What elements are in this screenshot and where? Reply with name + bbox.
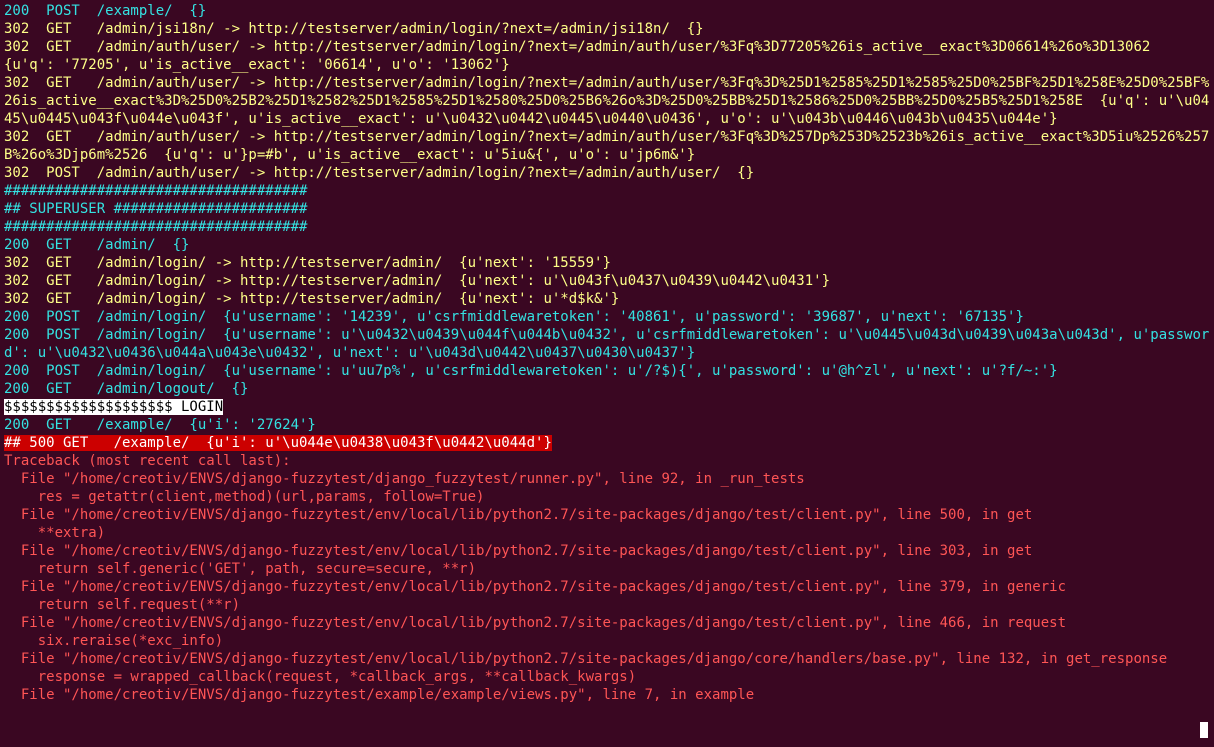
terminal-line: return self.request(**r) (4, 597, 240, 613)
terminal-line: 200 POST /admin/login/ {u'username': u'u… (4, 363, 1058, 379)
terminal-line: 302 GET /admin/login/ -> http://testserv… (4, 291, 619, 307)
terminal-line: File "/home/creotiv/ENVS/django-fuzzytes… (4, 543, 1032, 559)
terminal-line: 200 GET /admin/ {} (4, 237, 189, 253)
terminal-line: File "/home/creotiv/ENVS/django-fuzzytes… (4, 579, 1066, 595)
terminal-line: 302 GET /admin/login/ -> http://testserv… (4, 255, 611, 271)
terminal-line: 200 POST /admin/login/ {u'username': '14… (4, 309, 1024, 325)
terminal-output[interactable]: 200 POST /example/ {} 302 GET /admin/jsi… (0, 0, 1214, 706)
terminal-line: 302 GET /admin/jsi18n/ -> http://testser… (4, 21, 704, 37)
terminal-line: #################################### (4, 183, 307, 199)
terminal-line: Traceback (most recent call last): (4, 453, 291, 469)
terminal-line: **extra) (4, 525, 105, 541)
cursor (1200, 722, 1208, 738)
terminal-line: $$$$$$$$$$$$$$$$$$$$ LOGIN (4, 399, 223, 415)
terminal-line: 200 POST /example/ {} (4, 3, 206, 19)
terminal-line: 302 POST /admin/auth/user/ -> http://tes… (4, 165, 754, 181)
terminal-line: File "/home/creotiv/ENVS/django-fuzzytes… (4, 687, 754, 703)
terminal-line: 200 GET /admin/logout/ {} (4, 381, 248, 397)
terminal-line: ## 500 GET /example/ {u'i': u'\u044e\u04… (4, 435, 552, 451)
terminal-line: 200 POST /admin/login/ {u'username': u'\… (4, 327, 1209, 361)
terminal-line: 302 GET /admin/login/ -> http://testserv… (4, 273, 830, 289)
terminal-line: File "/home/creotiv/ENVS/django-fuzzytes… (4, 507, 1032, 523)
terminal-line: File "/home/creotiv/ENVS/django-fuzzytes… (4, 471, 805, 487)
terminal-line: 302 GET /admin/auth/user/ -> http://test… (4, 129, 1209, 163)
terminal-line: 302 GET /admin/auth/user/ -> http://test… (4, 75, 1209, 127)
terminal-line: return self.generic('GET', path, secure=… (4, 561, 476, 577)
terminal-line: #################################### (4, 219, 307, 235)
terminal-line: 302 GET /admin/auth/user/ -> http://test… (4, 39, 1167, 73)
terminal-line: response = wrapped_callback(request, *ca… (4, 669, 636, 685)
terminal-line: ## SUPERUSER ####################### (4, 201, 307, 217)
terminal-line: File "/home/creotiv/ENVS/django-fuzzytes… (4, 651, 1167, 667)
terminal-line: 200 GET /example/ {u'i': '27624'} (4, 417, 316, 433)
terminal-line: six.reraise(*exc_info) (4, 633, 223, 649)
terminal-line: File "/home/creotiv/ENVS/django-fuzzytes… (4, 615, 1066, 631)
terminal-line: res = getattr(client,method)(url,params,… (4, 489, 484, 505)
